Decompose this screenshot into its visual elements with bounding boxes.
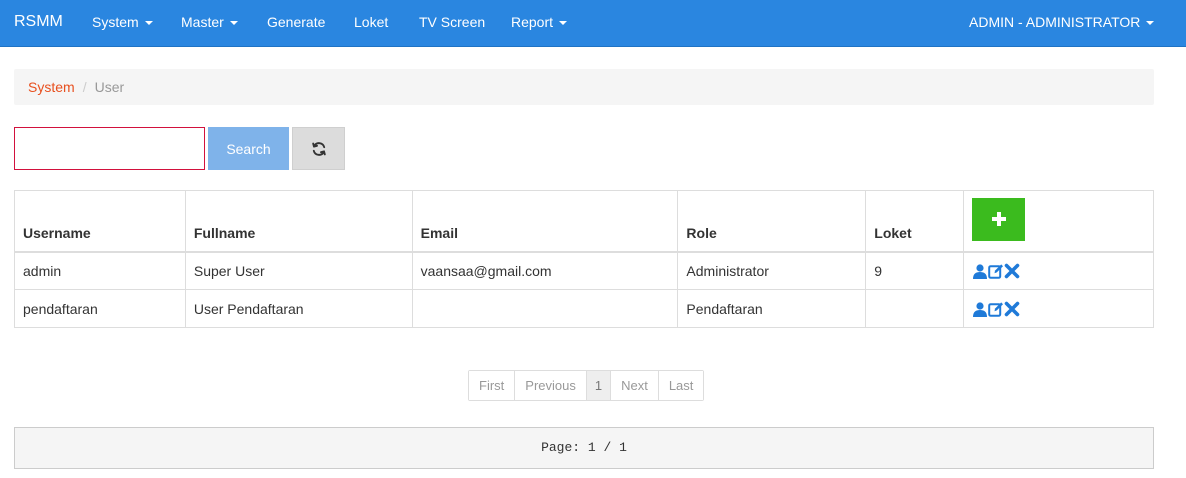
refresh-button[interactable]	[292, 127, 345, 170]
header-fullname: Fullname	[184, 190, 413, 253]
caret-down-icon	[229, 21, 238, 26]
nav-system[interactable]: System	[92, 14, 153, 30]
cell-actions	[963, 289, 1154, 328]
nav-tv-screen[interactable]: TV Screen	[419, 14, 485, 30]
breadcrumb-separator: /	[82, 79, 87, 95]
page-next[interactable]: Next	[611, 371, 659, 400]
page-last[interactable]: Last	[658, 371, 704, 400]
header-loket: Loket	[865, 190, 965, 253]
caret-down-icon	[559, 21, 568, 26]
table-row: pendaftaran User Pendaftaran Pendaftaran	[14, 289, 1154, 328]
caret-down-icon	[144, 21, 153, 26]
search-input[interactable]	[14, 127, 205, 170]
user-icon[interactable]	[972, 301, 988, 318]
page-current[interactable]: 1	[586, 371, 612, 400]
breadcrumb-current: User	[94, 79, 125, 95]
cell-email: vaansaa@gmail.com	[411, 251, 679, 290]
nav-generate[interactable]: Generate	[267, 14, 325, 30]
cell-role: Administrator	[677, 251, 867, 290]
header-actions	[963, 190, 1154, 253]
cell-fullname: Super User	[184, 251, 413, 290]
header-role: Role	[677, 190, 867, 253]
user-menu[interactable]: ADMIN - ADMINISTRATOR	[969, 14, 1155, 30]
nav-master-label: Master	[181, 14, 224, 30]
breadcrumb-system-link[interactable]: System	[28, 79, 75, 95]
delete-icon[interactable]	[1004, 301, 1020, 317]
cell-actions	[963, 251, 1154, 290]
nav-report-label: Report	[511, 14, 554, 30]
nav-system-label: System	[92, 14, 139, 30]
user-icon[interactable]	[972, 263, 988, 280]
page-first[interactable]: First	[469, 371, 516, 400]
header-email: Email	[411, 190, 679, 253]
cell-username: pendaftaran	[14, 289, 186, 328]
nav-report[interactable]: Report	[511, 14, 568, 30]
delete-icon[interactable]	[1004, 263, 1020, 279]
cell-username: admin	[14, 251, 186, 290]
refresh-icon	[311, 141, 326, 156]
pagination: First Previous 1 Next Last	[468, 370, 705, 401]
users-table: Username Fullname Email Role Loket admin…	[14, 190, 1154, 328]
cell-role: Pendaftaran	[677, 289, 867, 328]
page-previous[interactable]: Previous	[515, 371, 587, 400]
header-username: Username	[14, 190, 186, 253]
breadcrumb: System / User	[14, 69, 1154, 105]
search-button[interactable]: Search	[208, 127, 289, 170]
nav-master[interactable]: Master	[181, 14, 238, 30]
table-header-row: Username Fullname Email Role Loket	[14, 190, 1154, 253]
add-user-button[interactable]	[972, 197, 1026, 241]
nav-loket[interactable]: Loket	[354, 14, 388, 30]
cell-loket: 9	[865, 251, 965, 290]
cell-fullname: User Pendaftaran	[184, 289, 413, 328]
user-menu-label: ADMIN - ADMINISTRATOR	[969, 14, 1141, 30]
caret-down-icon	[1146, 21, 1155, 26]
edit-icon[interactable]	[988, 301, 1004, 317]
brand-logo[interactable]: RSMM	[14, 13, 63, 31]
top-navbar: RSMM System Master Generate Loket TV Scr…	[0, 0, 1186, 47]
cell-loket	[865, 289, 965, 328]
cell-email	[411, 289, 679, 328]
edit-icon[interactable]	[988, 263, 1004, 280]
page-info-footer: Page: 1 / 1	[14, 427, 1154, 469]
plus-icon	[991, 212, 1006, 226]
table-row: admin Super User vaansaa@gmail.com Admin…	[14, 251, 1154, 290]
